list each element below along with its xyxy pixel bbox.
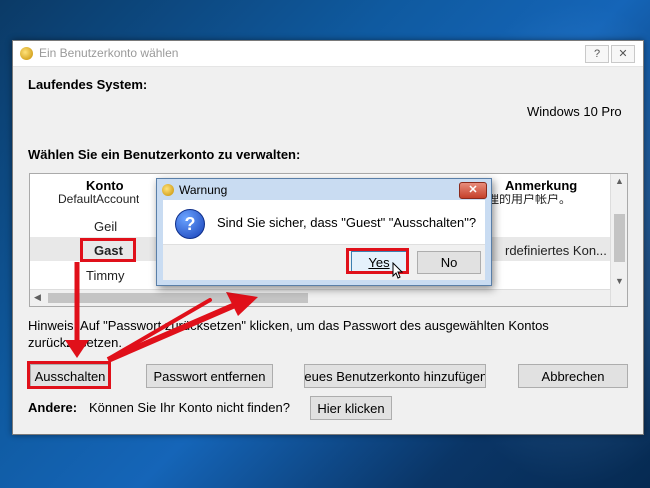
dialog-close-icon[interactable]: ✕ — [459, 182, 487, 199]
horizontal-scrollbar[interactable]: ◀ — [30, 289, 610, 306]
title-bar: Ein Benutzerkonto wählen ? ✕ — [13, 41, 643, 67]
vertical-scrollbar[interactable]: ▲ ▼ — [610, 174, 627, 306]
hint-text-line2: zurückzusetzen. — [28, 335, 122, 350]
horizontal-scroll-thumb[interactable] — [48, 293, 308, 303]
highlight-disable-button — [27, 361, 111, 389]
column-header-account[interactable]: Konto — [86, 178, 124, 193]
help-button[interactable]: ? — [585, 45, 609, 63]
window-title: Ein Benutzerkonto wählen — [39, 46, 179, 60]
dialog-footer: Yes No — [163, 244, 485, 280]
choose-account-label: Wählen Sie ein Benutzerkonto zu verwalte… — [28, 147, 301, 162]
dialog-app-icon — [162, 184, 174, 196]
list-item-note: rdefiniertes Kon... — [505, 243, 607, 258]
click-here-button[interactable]: Hier klicken — [310, 396, 392, 420]
list-item-account[interactable]: Geil — [94, 219, 117, 234]
other-label: Andere: — [28, 400, 78, 415]
scroll-left-icon[interactable]: ◀ — [34, 292, 41, 303]
remove-password-button[interactable]: Passwort entfernen — [146, 364, 273, 388]
highlight-gast — [80, 238, 136, 262]
scroll-up-icon[interactable]: ▲ — [615, 176, 624, 186]
list-item-account[interactable]: Timmy — [86, 268, 125, 283]
mouse-cursor-icon — [392, 262, 404, 279]
cancel-button[interactable]: Abbrechen — [518, 364, 628, 388]
warning-dialog: Warnung ✕ ? Sind Sie sicher, dass "Guest… — [156, 178, 492, 286]
other-question: Können Sie Ihr Konto nicht finden? — [89, 400, 290, 415]
add-account-button[interactable]: Neues Benutzerkonto hinzufügen — [304, 364, 486, 388]
vertical-scroll-thumb[interactable] — [614, 214, 625, 262]
list-item-account[interactable]: DefaultAccount — [58, 194, 139, 204]
app-icon — [20, 47, 33, 60]
dialog-body: ? Sind Sie sicher, dass "Guest" "Ausscha… — [163, 200, 485, 280]
column-header-note[interactable]: Anmerkung — [505, 178, 577, 193]
running-system-label: Laufendes System: — [28, 77, 148, 92]
no-button[interactable]: No — [417, 251, 481, 274]
dialog-title: Warnung — [179, 183, 228, 197]
dialog-message: Sind Sie sicher, dass "Guest" "Ausschalt… — [217, 215, 477, 230]
close-icon[interactable]: ✕ — [611, 45, 635, 63]
hint-text-line1: Hinweis: Auf "Passwort zurücksetzen" kli… — [28, 318, 549, 333]
running-system-value: Windows 10 Pro — [527, 104, 622, 119]
question-icon: ? — [175, 209, 205, 239]
scroll-down-icon[interactable]: ▼ — [615, 276, 624, 286]
